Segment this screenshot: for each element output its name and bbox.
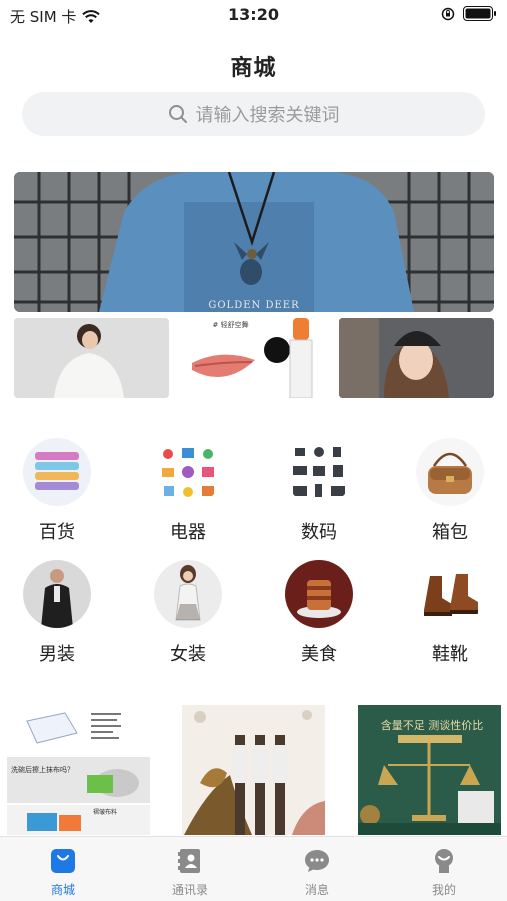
category-label: 百货 — [39, 522, 75, 543]
status-bar: 无 SIM 卡 13:20 — [0, 0, 507, 30]
promo-tea[interactable]: 含量不足 测谈性价比 — [358, 705, 501, 835]
girl-beanie-image — [339, 318, 494, 398]
promo-cloth[interactable]: 洗碗后擦上抹布吗？ 褶皱布料 — [7, 705, 150, 835]
category-label: 女装 — [170, 644, 206, 665]
search-placeholder: 请输入搜索关键词 — [195, 105, 340, 126]
category-xiexue[interactable]: 鞋靴 — [390, 560, 507, 666]
category-label: 箱包 — [432, 522, 468, 543]
womenswear-icon — [154, 560, 222, 628]
promo-incense[interactable] — [182, 705, 325, 835]
category-label: 美食 — [301, 644, 337, 665]
banner-tiles: # 轻舒空舞 — [14, 318, 494, 398]
search-bar[interactable]: 请输入搜索关键词 — [22, 92, 485, 136]
category-xiangbao[interactable]: 箱包 — [390, 438, 507, 544]
promo-tea-title: 含量不足 测谈性价比 — [380, 719, 484, 732]
banner-tile-girl[interactable] — [339, 318, 494, 398]
category-label: 男装 — [39, 644, 75, 665]
food-icon — [285, 560, 353, 628]
banner-tile-text: # 轻舒空舞 — [212, 321, 249, 329]
banner-hero-image — [14, 172, 494, 312]
chat-icon — [303, 847, 331, 875]
appliances-icon — [154, 438, 222, 506]
tab-label: 通讯录 — [171, 883, 208, 897]
category-label: 数码 — [301, 522, 337, 543]
search-icon — [168, 105, 187, 123]
tab-messages[interactable]: 消息 — [254, 837, 380, 901]
tab-profile[interactable]: 我的 — [381, 837, 507, 901]
category-nvzhuang[interactable]: 女装 — [128, 560, 248, 666]
tab-shop[interactable]: 商城 — [0, 837, 126, 901]
tab-bar: 商城 通讯录 消息 我的 — [0, 836, 507, 901]
tab-label: 消息 — [304, 883, 329, 897]
category-meishi[interactable]: 美食 — [259, 560, 379, 666]
digital-devices-icon — [285, 438, 353, 506]
profile-icon — [430, 847, 458, 875]
category-label: 电器 — [170, 522, 206, 543]
contacts-icon — [176, 847, 204, 875]
incense-product-image — [182, 705, 325, 835]
lipstick-image — [176, 318, 332, 398]
category-baihuo[interactable]: 百货 — [0, 438, 117, 544]
battery-icon — [463, 6, 496, 21]
banner-tile-lipstick[interactable]: # 轻舒空舞 — [176, 318, 332, 398]
banner-hero[interactable]: GOLDEN DEER — [14, 172, 494, 312]
boots-icon — [416, 560, 484, 628]
banner-tile-sweater[interactable] — [14, 318, 169, 398]
menswear-icon — [23, 560, 91, 628]
category-dianqi[interactable]: 电器 — [128, 438, 248, 544]
category-nanzhuang[interactable]: 男装 — [0, 560, 117, 666]
tab-contacts[interactable]: 通讯录 — [127, 837, 253, 901]
tab-label: 商城 — [50, 883, 75, 897]
handbag-icon — [416, 438, 484, 506]
orientation-lock-icon — [441, 7, 455, 20]
tab-label: 我的 — [431, 883, 456, 897]
sweater-model-image — [14, 318, 169, 398]
page-title: 商城 — [230, 56, 277, 81]
clock: 13:20 — [228, 5, 279, 24]
promo-cloth-caption: 洗碗后擦上抹布吗？ — [11, 766, 74, 774]
promo-cloth-caption-2: 褶皱布料 — [93, 809, 118, 816]
category-shuma[interactable]: 数码 — [259, 438, 379, 544]
towels-icon — [23, 438, 91, 506]
banner-hero-text: GOLDEN DEER — [208, 300, 300, 311]
promo-row: 洗碗后擦上抹布吗？ 褶皱布料 含量不足 测谈性价比 — [0, 705, 507, 835]
shop-bag-icon — [49, 847, 77, 875]
category-label: 鞋靴 — [432, 644, 468, 665]
